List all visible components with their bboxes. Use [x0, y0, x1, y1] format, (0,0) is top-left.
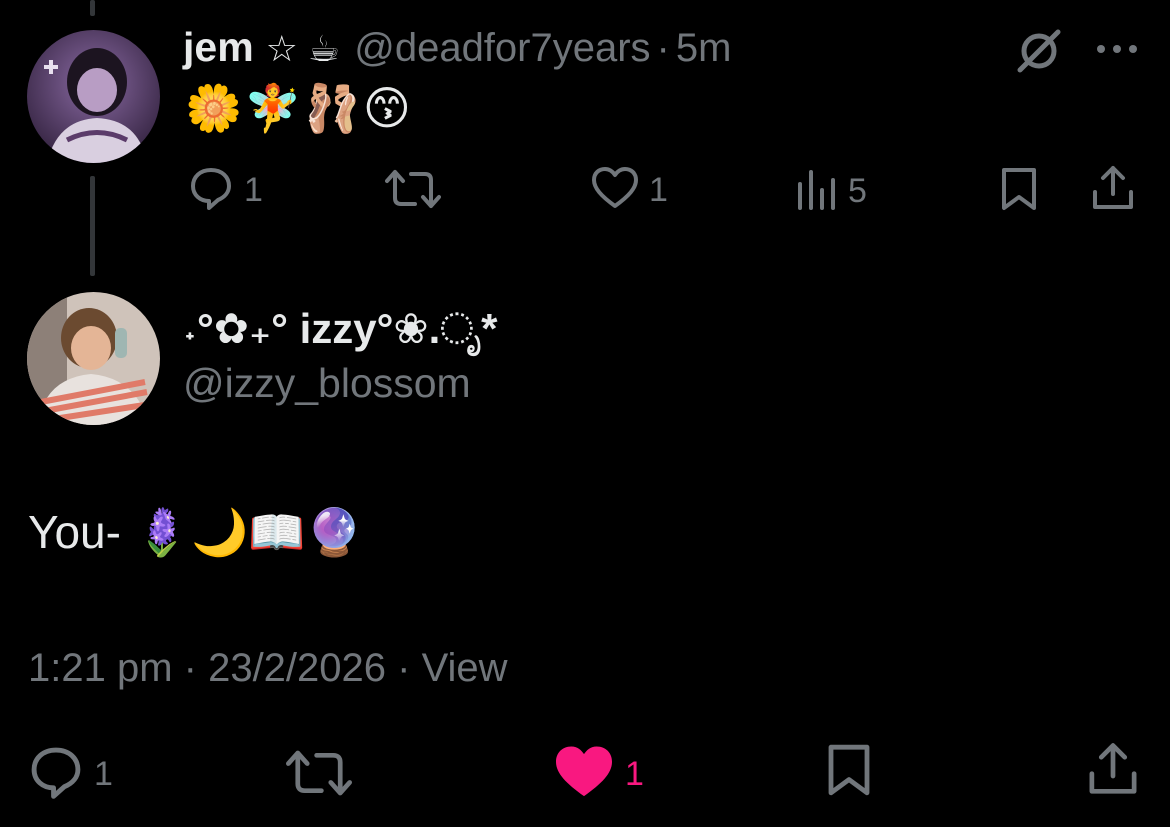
reply-retweet-button[interactable] — [286, 748, 352, 803]
bookmark-icon — [999, 166, 1039, 217]
parent-separator: · — [656, 26, 670, 70]
views-icon — [796, 166, 838, 217]
reply-reply-button[interactable]: 1 — [28, 744, 113, 805]
reply-like-count: 1 — [625, 755, 644, 793]
reply-tweet-text: You- 🪻🌙📖🔮 — [28, 506, 363, 558]
parent-like-button[interactable]: 1 — [591, 166, 668, 215]
parent-name-decoration: ☆ ☕ — [265, 28, 341, 69]
parent-share-button[interactable] — [1090, 164, 1136, 217]
parent-like-count: 1 — [649, 171, 668, 209]
parent-reply-button[interactable]: 1 — [188, 165, 263, 216]
reply-handle[interactable]: @izzy_blossom — [183, 360, 471, 407]
parent-reply-count: 1 — [244, 171, 263, 209]
reply-avatar[interactable] — [27, 292, 160, 425]
parent-bookmark-button[interactable] — [999, 166, 1039, 217]
reply-display-name[interactable]: ˖°✿₊° izzy°❀.ೃ* — [183, 304, 497, 354]
reply-timestamp[interactable]: 1:21 pm · 23/2/2026 · View — [28, 646, 508, 691]
retweet-icon — [286, 748, 352, 803]
reply-reply-count: 1 — [94, 755, 113, 793]
parent-avatar[interactable] — [27, 30, 160, 163]
reply-like-button[interactable]: 1 — [553, 744, 644, 805]
grok-icon[interactable] — [1014, 26, 1064, 76]
parent-views-count: 5 — [848, 172, 867, 210]
share-icon — [1086, 740, 1140, 803]
bookmark-icon — [825, 742, 873, 803]
reply-share-button[interactable] — [1086, 740, 1140, 803]
parent-views-button[interactable]: 5 — [796, 166, 867, 217]
share-icon — [1090, 164, 1136, 217]
reply-icon — [28, 744, 84, 805]
heart-icon — [591, 166, 639, 215]
heart-icon — [553, 744, 615, 805]
parent-time[interactable]: 5m — [676, 26, 732, 71]
thread-line-top — [90, 0, 95, 16]
parent-tweet-text: 🌼🧚🩰😙 — [185, 82, 413, 134]
more-icon[interactable] — [1093, 34, 1141, 64]
parent-retweet-button[interactable] — [385, 168, 441, 215]
parent-handle[interactable]: @deadfor7years — [354, 26, 650, 71]
reply-bookmark-button[interactable] — [825, 742, 873, 803]
reply-icon — [188, 165, 234, 216]
retweet-icon — [385, 168, 441, 215]
thread-line-bottom — [90, 176, 95, 276]
parent-tweet-header: jem ☆ ☕ @deadfor7years · 5m — [183, 24, 731, 76]
parent-display-name[interactable]: jem — [183, 24, 254, 71]
